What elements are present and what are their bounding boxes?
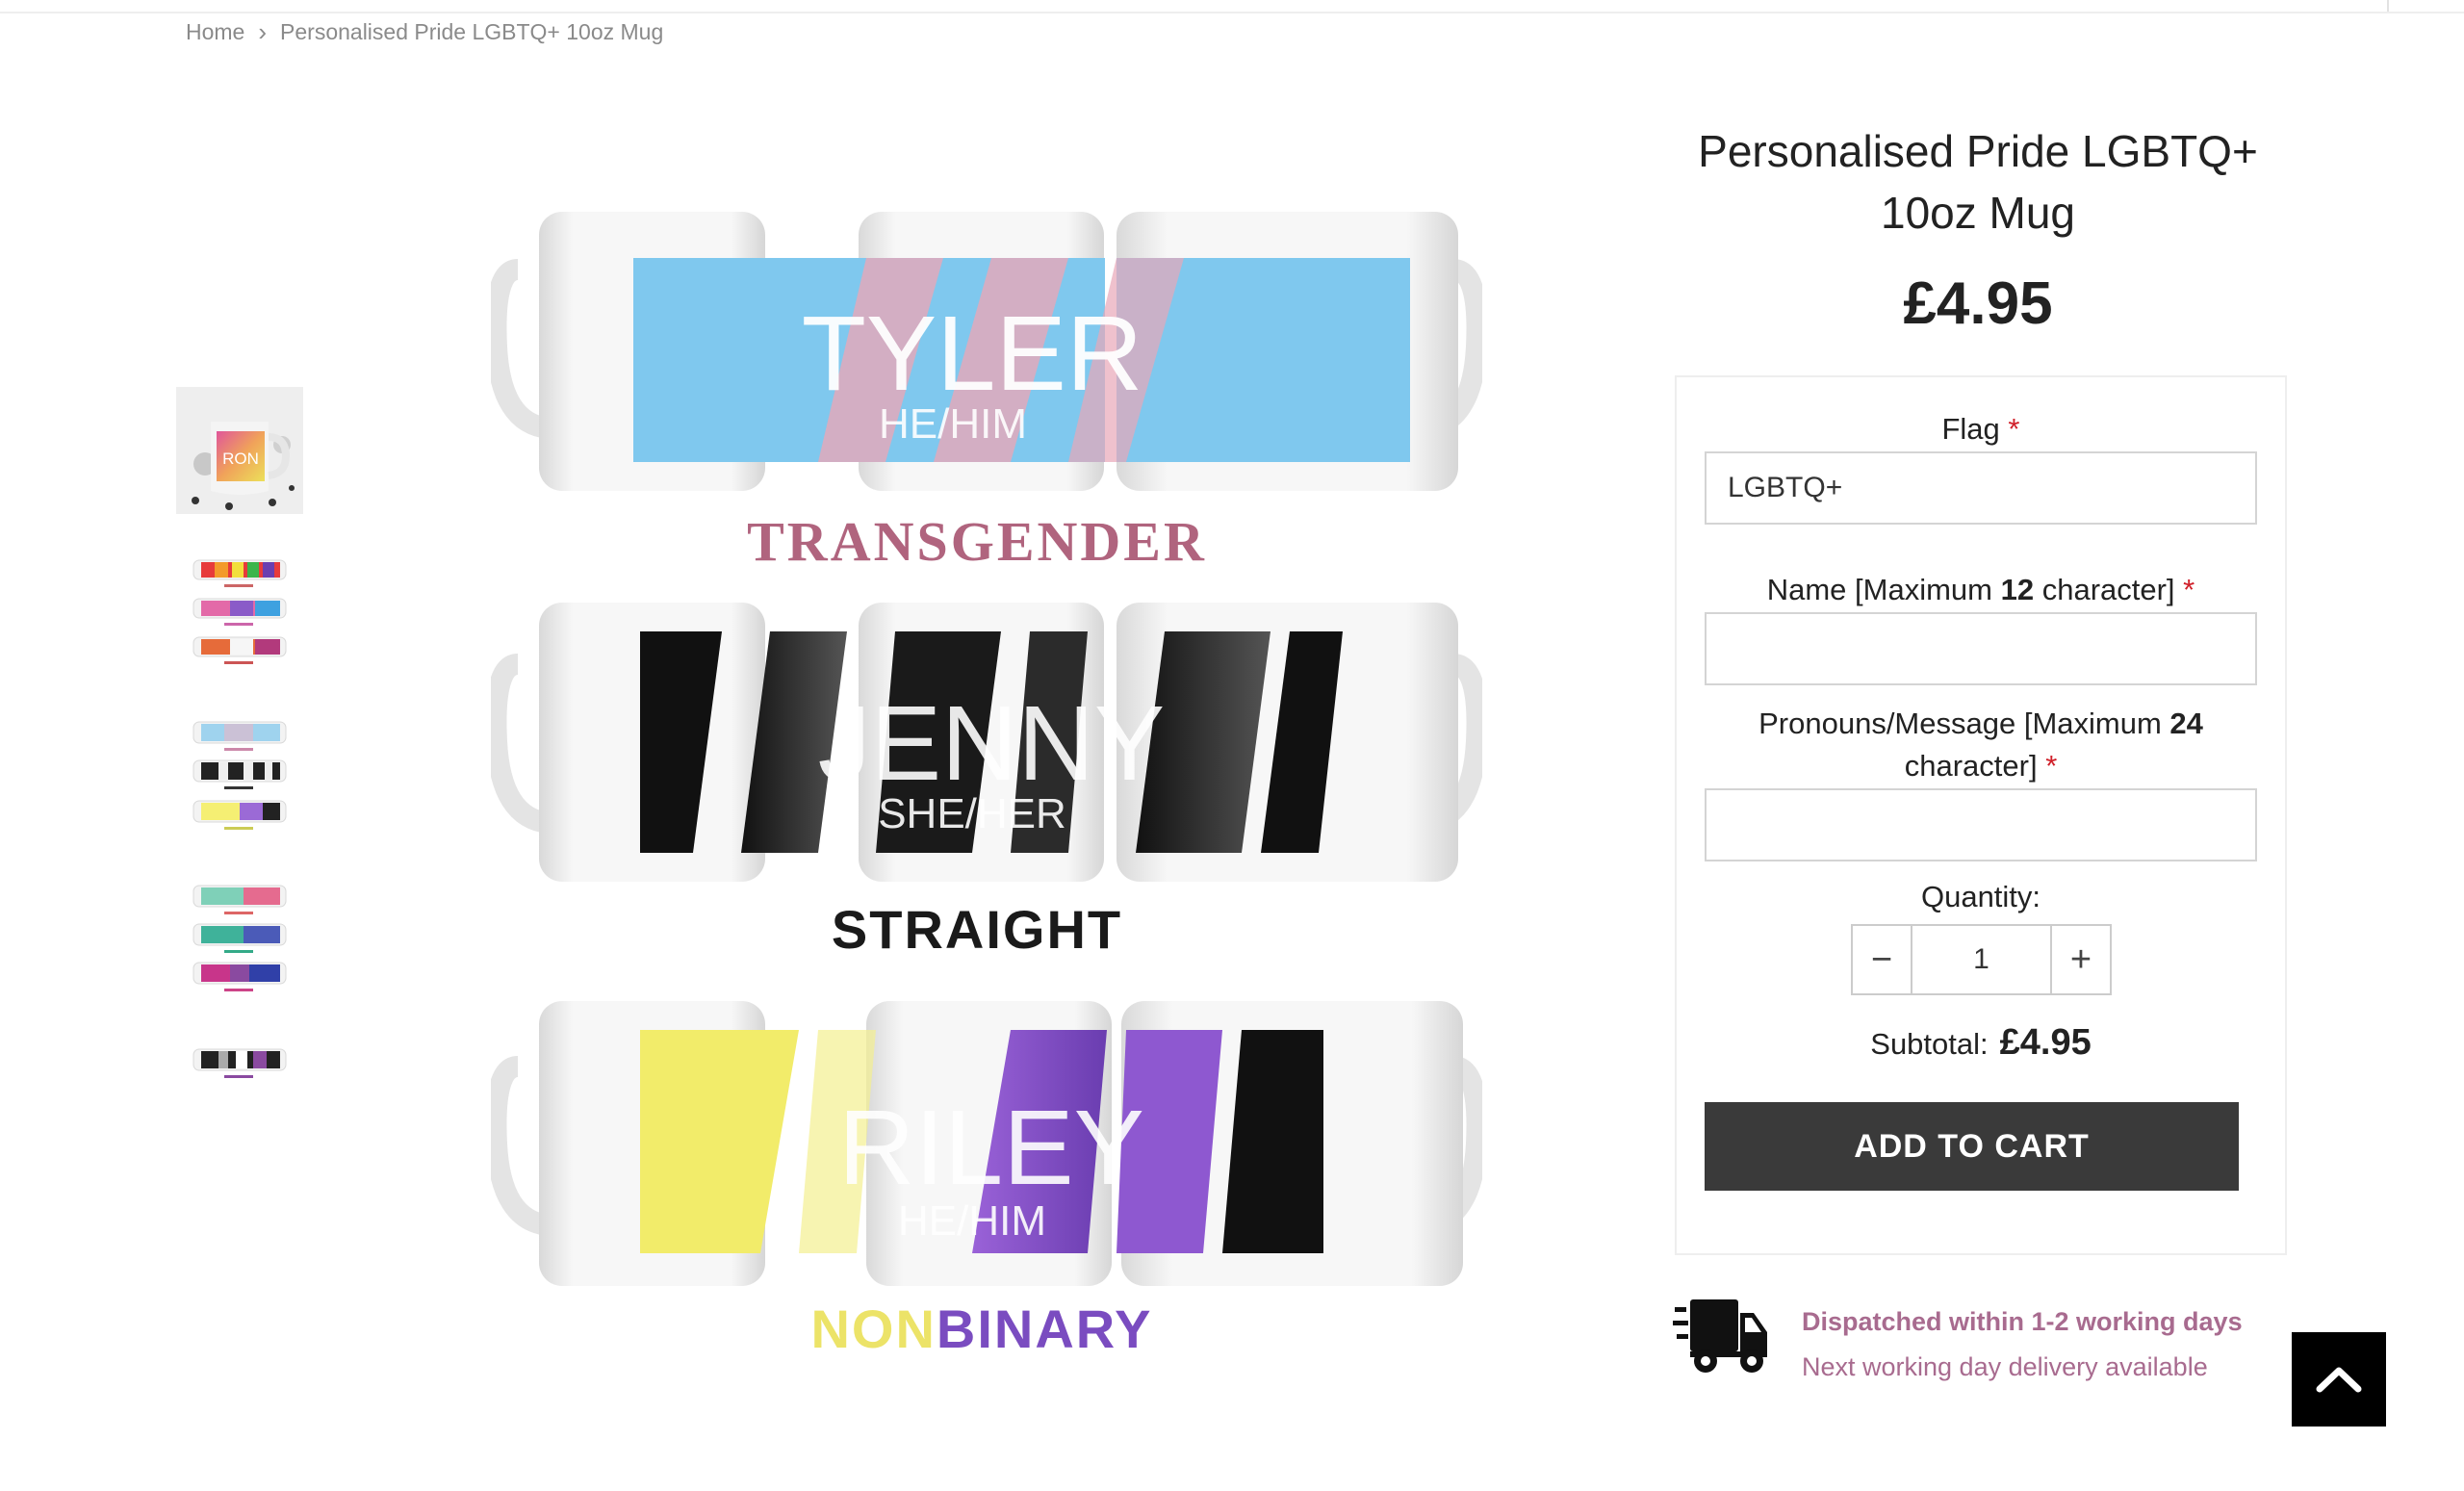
quantity-stepper: − 1 + <box>1851 924 2112 995</box>
subtotal: Subtotal: £4.95 <box>1675 1022 2287 1064</box>
product-price: £4.95 <box>1903 270 2053 337</box>
thumbnail-3[interactable] <box>176 712 303 839</box>
dispatch-title: Dispatched within 1-2 working days <box>1802 1307 2243 1336</box>
quantity-input[interactable]: 1 <box>1911 926 2052 993</box>
pronouns-input[interactable] <box>1705 788 2257 861</box>
thumbnail-1[interactable]: RON <box>176 387 303 514</box>
breadcrumb-home-link[interactable]: Home <box>186 19 244 45</box>
svg-text:TRANSGENDER: TRANSGENDER <box>747 510 1207 573</box>
product-title: Personalised Pride LGBTQ+ 10oz Mug <box>1698 126 2258 238</box>
back-to-top-button[interactable] <box>2292 1332 2386 1427</box>
name-input[interactable] <box>1705 612 2257 685</box>
quantity-increase-button[interactable]: + <box>2052 926 2110 993</box>
svg-text:SHE/HER: SHE/HER <box>878 790 1066 837</box>
required-mark: * <box>2045 749 2058 783</box>
flag-label: Flag * <box>1941 412 2020 446</box>
quantity-label: Quantity: <box>1920 880 2041 913</box>
add-to-cart-button[interactable]: ADD TO CART <box>1705 1102 2239 1191</box>
thumbnail-4[interactable] <box>176 876 303 1003</box>
name-label: Name [Maximum 12 character] * <box>1766 573 2195 606</box>
top-border <box>0 0 2464 13</box>
svg-text:HE/HIM: HE/HIM <box>898 1197 1046 1245</box>
svg-text:RILEY: RILEY <box>838 1089 1144 1207</box>
thumbnail-5[interactable] <box>176 1040 303 1107</box>
mug-row-straight: JENNY SHE/HER STRAIGHT <box>491 603 1482 960</box>
svg-text:RON: RON <box>222 450 259 468</box>
truck-icon <box>1673 1298 1769 1376</box>
svg-text:TYLER: TYLER <box>802 295 1143 413</box>
chevron-right-icon: › <box>258 17 268 46</box>
top-divider <box>2387 0 2389 12</box>
chevron-up-icon <box>2316 1367 2362 1393</box>
flag-select-field[interactable] <box>1705 451 2257 525</box>
svg-text:NONBINARY: NONBINARY <box>810 1298 1152 1359</box>
subtotal-value: £4.95 <box>1999 1022 2092 1063</box>
required-mark: * <box>2008 412 2020 446</box>
subtotal-label: Subtotal: <box>1870 1027 1989 1061</box>
mug-row-nonbinary: RILEY HE/HIM NONBINARY <box>491 1001 1482 1359</box>
mug-row-transgender: TYLER HE/HIM TRANSGENDER <box>491 212 1482 573</box>
required-mark: * <box>2183 573 2195 606</box>
svg-text:JENNY: JENNY <box>818 684 1166 803</box>
dispatch-subtitle: Next working day delivery available <box>1802 1352 2208 1381</box>
svg-text:HE/HIM: HE/HIM <box>879 400 1027 448</box>
main-product-image[interactable]: TYLER HE/HIM TRANSGENDER JENNY SHE/HER S… <box>491 183 1482 1396</box>
breadcrumb-current: Personalised Pride LGBTQ+ 10oz Mug <box>280 19 664 44</box>
thumbnail-2[interactable] <box>176 551 303 678</box>
quantity-decrease-button[interactable]: − <box>1853 926 1911 993</box>
svg-text:STRAIGHT: STRAIGHT <box>832 899 1122 960</box>
breadcrumb: Home › Personalised Pride LGBTQ+ 10oz Mu… <box>186 17 663 47</box>
pronouns-label: Pronouns/Message [Maximum 24 character] … <box>1758 707 2203 783</box>
